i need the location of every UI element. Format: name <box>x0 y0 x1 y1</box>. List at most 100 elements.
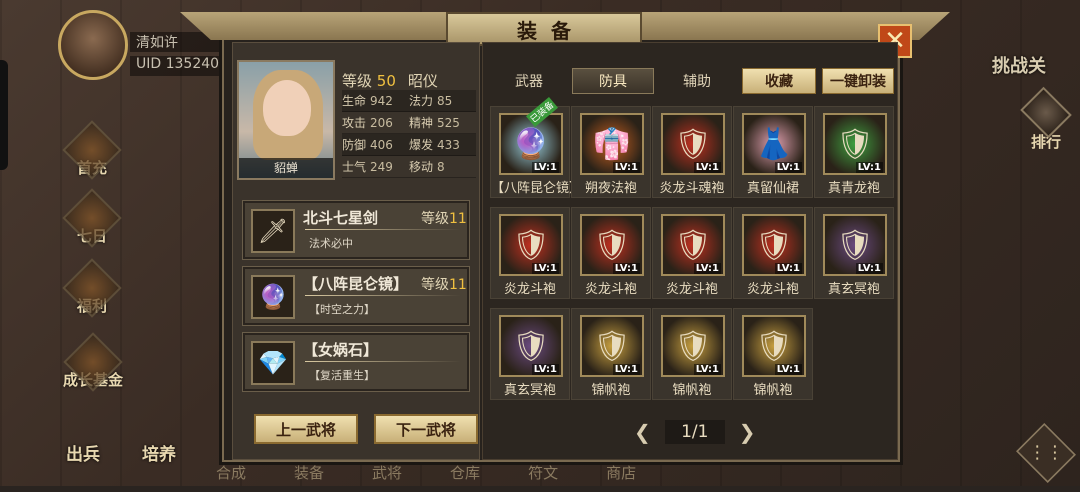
mirror-icon: 🔮 <box>251 275 295 319</box>
item-slot[interactable]: 🛡 LV:1 炎龙斗袍 <box>571 207 651 299</box>
item-slot[interactable]: 🛡 LV:1 炎龙斗袍 <box>490 207 570 299</box>
page-number: 1/1 <box>664 420 725 444</box>
item-name: 【八阵昆仑镜】 <box>491 181 583 196</box>
growth-fund-button[interactable]: 成长基金 <box>58 330 128 392</box>
item-slot[interactable]: 🛡 LV:1 锦帆袍 <box>571 308 651 400</box>
hero-portrait: 貂蝉 <box>237 60 335 180</box>
stat-label: 精神 <box>409 116 434 130</box>
stat-value: 206 <box>370 116 393 130</box>
stat-label: 爆发 <box>409 138 434 152</box>
item-slot[interactable]: 🛡 LV:1 锦帆袍 <box>733 308 813 400</box>
nav-hero[interactable]: 武将 <box>372 462 402 486</box>
armor-icon: 🛡 LV:1 <box>499 315 563 377</box>
item-name: 真留仙裙 <box>746 181 799 196</box>
item-slot[interactable]: 🛡 LV:1 炎龙斗袍 <box>733 207 813 299</box>
calendar-icon <box>62 188 122 248</box>
item-slot[interactable]: 🛡 LV:1 真青龙袍 <box>814 106 894 198</box>
rank-button[interactable]: 排行 <box>1018 86 1074 152</box>
armor-icon: 🛡 LV:1 <box>580 214 644 276</box>
hero-name: 貂蝉 <box>239 158 333 178</box>
item-level: LV:1 <box>612 364 640 375</box>
tab-accessory[interactable]: 辅助 <box>662 68 732 94</box>
item-name: 真青龙袍 <box>827 181 880 196</box>
item-level: LV:1 <box>693 263 721 274</box>
item-name: 锦帆袍 <box>753 383 793 398</box>
equipped-weapon[interactable]: 🗡 北斗七星剑 等级11 法术必中 <box>242 200 470 260</box>
stat-value: 85 <box>437 94 453 108</box>
stat-value: 406 <box>370 138 393 152</box>
prev-page-icon[interactable]: ❮ <box>634 420 651 444</box>
armor-icon: 🛡 LV:1 <box>499 214 563 276</box>
level-label: 等级 <box>342 72 373 90</box>
robe-icon: 👘 LV:1 <box>580 113 644 175</box>
seven-day-button[interactable]: 七日 <box>62 186 122 248</box>
equip-level: 等级11 <box>421 208 467 228</box>
item-slot[interactable]: 👗 LV:1 真留仙裙 <box>733 106 813 198</box>
equip-name: 【八阵昆仑镜】 <box>303 275 409 293</box>
item-slot[interactable]: 🛡 LV:1 炎龙斗魂袍 <box>652 106 732 198</box>
item-slot[interactable]: 👘 LV:1 朔夜法袍 <box>571 106 651 198</box>
stat-row: 士气 249 移动 8 <box>342 156 476 178</box>
first-recharge-button[interactable]: 首充 <box>62 118 122 180</box>
stat-value: 8 <box>437 160 445 174</box>
nav-equip[interactable]: 装备 <box>294 462 324 486</box>
stat-value: 249 <box>370 160 393 174</box>
menu-icon: ⋮⋮ <box>1028 442 1064 463</box>
item-level: LV:1 <box>693 162 721 173</box>
equip-level-label: 等级 <box>421 277 449 293</box>
stat-label: 生命 <box>342 94 367 108</box>
item-level: LV:1 <box>531 364 559 375</box>
equip-level-value: 11 <box>449 211 467 227</box>
equipped-accessory[interactable]: 💎 【女娲石】 【复活重生】 <box>242 332 470 392</box>
nav-rune[interactable]: 符文 <box>528 462 558 486</box>
item-name: 朔夜法袍 <box>584 181 637 196</box>
item-name: 炎龙斗袍 <box>584 282 637 297</box>
equip-level-label: 等级 <box>421 211 449 227</box>
player-avatar[interactable] <box>58 10 128 80</box>
item-slot[interactable]: 🛡 LV:1 锦帆袍 <box>652 308 732 400</box>
stat-value: 942 <box>370 94 393 108</box>
nav-compose[interactable]: 合成 <box>216 462 246 486</box>
item-slot[interactable]: 🛡 LV:1 真玄冥袍 <box>814 207 894 299</box>
item-level: LV:1 <box>693 364 721 375</box>
train-button[interactable]: 培养 <box>142 440 176 465</box>
item-level: LV:1 <box>774 364 802 375</box>
tab-armor[interactable]: 防具 <box>572 68 654 94</box>
item-slot[interactable]: 🛡 LV:1 炎龙斗袍 <box>652 207 732 299</box>
next-hero-button[interactable]: 下一武将 <box>374 414 478 444</box>
equip-level: 等级11 <box>421 274 467 294</box>
prev-hero-button[interactable]: 上一武将 <box>254 414 358 444</box>
gift-icon <box>62 120 122 180</box>
dialog-title: 装备 <box>446 12 642 46</box>
armor-icon: 🛡 LV:1 <box>742 214 806 276</box>
pager: ❮ 1/1 ❯ <box>634 420 756 444</box>
item-name: 炎龙斗袍 <box>665 282 718 297</box>
item-slot[interactable]: 🔮 LV:1 已装备 【八阵昆仑镜】 <box>490 96 583 198</box>
nav-shop[interactable]: 商店 <box>606 462 636 486</box>
deploy-button[interactable]: 出兵 <box>66 440 100 465</box>
stat-label: 防御 <box>342 138 367 152</box>
item-level: LV:1 <box>612 263 640 274</box>
divider <box>305 295 461 296</box>
armor-icon: 🛡 LV:1 <box>661 113 725 175</box>
challenge-button[interactable]: 挑战关 <box>992 52 1046 78</box>
welfare-button[interactable]: 福利 <box>62 256 122 318</box>
armor-icon: 🛡 LV:1 <box>823 113 887 175</box>
armor-icon: 🛡 LV:1 <box>661 214 725 276</box>
unequip-all-button[interactable]: 一键卸装 <box>822 68 894 94</box>
hero-face <box>263 80 311 136</box>
item-level: LV:1 <box>855 263 883 274</box>
stat-row: 攻击 206 精神 525 <box>342 112 476 134</box>
divider <box>305 229 461 230</box>
item-slot[interactable]: 🛡 LV:1 真玄冥袍 <box>490 308 570 400</box>
armor-icon: 🛡 LV:1 <box>661 315 725 377</box>
tab-weapon[interactable]: 武器 <box>494 68 564 94</box>
nav-storage[interactable]: 仓库 <box>450 462 480 486</box>
favorite-button[interactable]: 收藏 <box>742 68 816 94</box>
item-level: LV:1 <box>774 263 802 274</box>
stat-label: 法力 <box>409 94 434 108</box>
sword-icon: 🗡 <box>251 209 295 253</box>
equipped-armor[interactable]: 🔮 【八阵昆仑镜】 等级11 【时空之力】 <box>242 266 470 326</box>
item-level: LV:1 <box>531 263 559 274</box>
next-page-icon[interactable]: ❯ <box>739 420 756 444</box>
